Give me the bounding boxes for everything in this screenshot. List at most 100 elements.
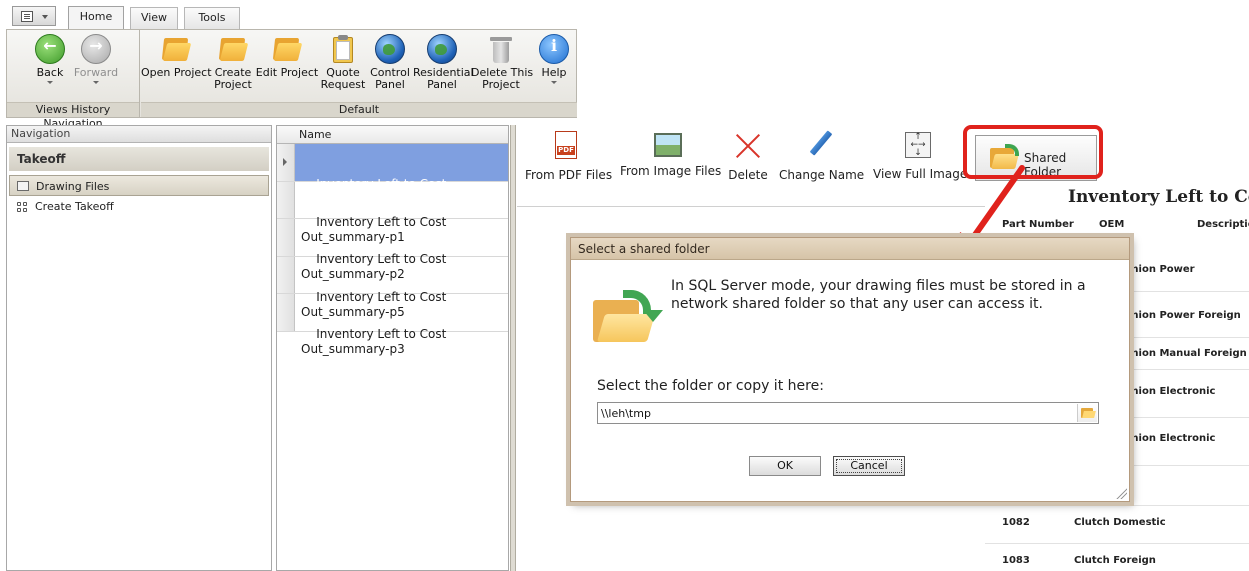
chevron-down-icon — [551, 81, 557, 84]
file-row[interactable]: Inventory Left to Cost Out_summary-p3 — [277, 294, 508, 356]
row-selector[interactable] — [277, 219, 295, 256]
resize-grip[interactable] — [1115, 487, 1127, 499]
image-icon — [654, 133, 682, 157]
control-panel-label: Control Panel — [370, 66, 410, 91]
quote-request-label: Quote Request — [320, 66, 366, 91]
tab-home[interactable]: Home — [68, 6, 124, 30]
application-menu-button[interactable] — [12, 6, 56, 26]
document-row: 1082 Clutch Domestic — [985, 506, 1249, 544]
globe-icon — [427, 34, 457, 64]
pencil-icon — [805, 131, 835, 159]
dialog-title[interactable]: Select a shared folder — [571, 238, 1129, 260]
ribbon-tab-bar: Home View Tools — [0, 0, 1249, 30]
ribbon-group-label: Views History Navigation — [7, 102, 139, 130]
expand-icon: ↑ ←→ ↓ — [905, 132, 931, 158]
trash-icon — [488, 34, 514, 64]
residential-panel-label: Residential Panel — [413, 66, 474, 91]
tab-tools[interactable]: Tools — [184, 7, 240, 29]
row-selector[interactable] — [277, 144, 295, 181]
file-row[interactable]: Inventory Left to Cost Out_summary-p4 — [277, 144, 508, 206]
from-pdf-files-button[interactable]: From PDF Files — [525, 131, 613, 182]
delete-button[interactable]: Delete — [727, 131, 769, 182]
ribbon-group-label: Default — [141, 102, 577, 117]
from-image-files-button[interactable]: From Image Files — [620, 131, 722, 178]
edit-project-label: Edit Project — [255, 66, 319, 79]
oem-cell: inion Power — [1128, 264, 1195, 275]
folder-path-input[interactable] — [597, 402, 1099, 424]
cancel-button[interactable]: Cancel — [833, 456, 905, 476]
help-label: Help — [541, 66, 567, 79]
row-selector[interactable] — [277, 294, 295, 331]
shared-folder-icon — [593, 290, 663, 346]
create-project-button[interactable]: Create Project — [211, 34, 255, 91]
file-name: Inventory Left to Cost Out_summary-p3 — [301, 327, 447, 356]
panel-splitter[interactable] — [510, 125, 516, 571]
control-panel-button[interactable]: Control Panel — [367, 34, 413, 91]
delete-project-button[interactable]: Delete This Project — [471, 34, 534, 91]
navigation-panel: Navigation Takeoff Drawing Files Create … — [6, 125, 272, 571]
file-row[interactable]: Inventory Left to Cost Out_summary-p2 — [277, 219, 508, 281]
from-image-files-label: From Image Files — [620, 164, 722, 178]
oem-cell: Clutch Foreign — [1074, 555, 1156, 566]
back-button[interactable]: ← Back — [25, 34, 75, 84]
delete-project-label: Delete This Project — [471, 66, 534, 91]
document-title: Inventory Left to Cost — [1068, 187, 1249, 207]
oem-cell: inion Electronic — [1128, 386, 1216, 397]
part-number-cell: 1083 — [1002, 555, 1030, 566]
chevron-down-icon — [47, 81, 53, 84]
drawing-files-list: Name Inventory Left to Cost Out_summary-… — [276, 125, 509, 571]
edit-project-button[interactable]: Edit Project — [255, 34, 319, 79]
folder-icon — [161, 34, 192, 64]
name-column-header[interactable]: Name — [277, 126, 508, 144]
clipboard-icon — [330, 34, 356, 64]
row-selector[interactable] — [277, 256, 295, 293]
residential-panel-button[interactable]: Residential Panel — [413, 34, 474, 91]
nav-item-create-takeoff[interactable]: Create Takeoff — [9, 196, 269, 217]
delete-label: Delete — [728, 168, 768, 182]
create-project-label: Create Project — [214, 66, 252, 91]
file-row[interactable]: Inventory Left to Cost Out_summary-p1 — [277, 181, 508, 244]
open-project-button[interactable]: Open Project — [141, 34, 212, 79]
from-pdf-files-label: From PDF Files — [525, 168, 613, 182]
ribbon-group-default: Open Project Create Project Edit Project… — [141, 30, 577, 117]
column-header-oem: OEM — [1099, 219, 1125, 230]
row-selector[interactable] — [277, 181, 295, 218]
pdf-icon — [555, 131, 577, 159]
change-name-label: Change Name — [779, 168, 865, 182]
document-row: 1083 Clutch Foreign — [985, 544, 1249, 571]
forward-button[interactable]: → Forward — [69, 34, 123, 84]
nav-item-drawing-files[interactable]: Drawing Files — [9, 175, 269, 196]
nav-item-label: Drawing Files — [36, 180, 110, 193]
folder-icon — [272, 34, 303, 64]
forward-arrow-icon: → — [81, 34, 111, 64]
oem-cell: inion Power Foreign — [1128, 310, 1241, 321]
column-header-description: Description — [1197, 219, 1249, 230]
folder-field-label: Select the folder or copy it here: — [597, 378, 824, 394]
takeoff-section-header[interactable]: Takeoff — [9, 147, 269, 171]
navigation-header: Navigation — [7, 126, 271, 143]
drawing-files-icon — [17, 181, 29, 191]
ok-button[interactable]: OK — [749, 456, 821, 476]
application-menu-icon — [21, 11, 33, 22]
dialog-message: In SQL Server mode, your drawing files m… — [671, 278, 1086, 312]
oem-cell: inion Electronic — [1128, 433, 1216, 444]
folder-icon — [218, 34, 249, 64]
current-row-icon — [283, 158, 287, 166]
info-icon: i — [539, 34, 569, 64]
forward-label: Forward — [73, 66, 119, 79]
quote-request-button[interactable]: Quote Request — [319, 34, 367, 91]
back-arrow-icon: ← — [35, 34, 65, 64]
nav-item-label: Create Takeoff — [35, 200, 114, 213]
create-takeoff-icon — [17, 202, 27, 212]
globe-icon — [375, 34, 405, 64]
select-shared-folder-dialog: Select a shared folder In SQL Server mod… — [570, 237, 1130, 502]
chevron-down-icon — [93, 81, 99, 84]
browse-folder-button[interactable] — [1077, 404, 1097, 422]
file-row[interactable]: Inventory Left to Cost Out_summary-p5 — [277, 256, 508, 319]
delete-x-icon — [733, 131, 763, 159]
chevron-down-icon — [42, 15, 48, 19]
oem-cell: inion Manual Foreign — [1128, 348, 1247, 359]
help-button[interactable]: i Help — [537, 34, 571, 84]
tab-view[interactable]: View — [130, 7, 178, 29]
change-name-button[interactable]: Change Name — [779, 131, 865, 182]
